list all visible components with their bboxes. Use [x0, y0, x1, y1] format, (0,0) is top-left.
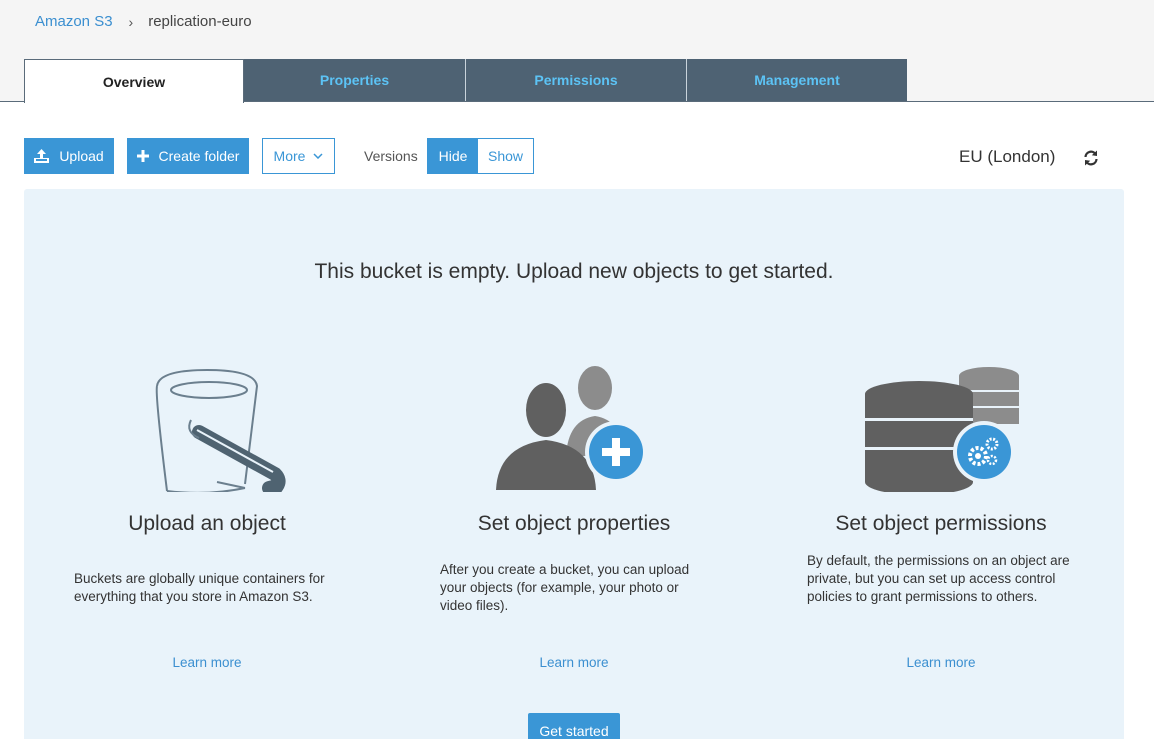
breadcrumb-root-link[interactable]: Amazon S3 — [35, 13, 113, 30]
empty-bucket-panel: This bucket is empty. Upload new objects… — [24, 189, 1124, 739]
region-label: EU (London) — [959, 147, 1056, 166]
tab-overview[interactable]: Overview — [24, 59, 244, 103]
create-folder-button-label: Create folder — [158, 148, 240, 164]
plus-icon — [136, 150, 149, 162]
card-upload-object: Upload an object — [57, 364, 357, 536]
users-add-icon — [424, 364, 724, 492]
create-folder-button[interactable]: Create folder — [127, 138, 249, 174]
refresh-icon[interactable] — [1082, 149, 1100, 167]
card-upload-object-learn-more-link[interactable]: Learn more — [57, 655, 357, 670]
card-object-properties-heading: Set object properties — [477, 512, 671, 535]
tab-properties[interactable]: Properties — [244, 59, 466, 101]
upload-button[interactable]: Upload — [24, 138, 114, 174]
card-object-permissions-heading: Set object permissions — [835, 512, 1047, 535]
chevron-right-icon: › — [128, 13, 134, 30]
card-upload-object-description: Buckets are globally unique containers f… — [74, 571, 325, 604]
get-started-button[interactable]: Get started — [528, 713, 620, 739]
database-settings-icon — [791, 364, 1091, 492]
versions-hide-button[interactable]: Hide — [428, 139, 478, 173]
chevron-down-icon — [313, 153, 323, 159]
tab-permissions[interactable]: Permissions — [466, 59, 687, 101]
breadcrumb: Amazon S3 › replication-euro — [35, 13, 252, 30]
versions-show-button[interactable]: Show — [478, 139, 533, 173]
card-upload-object-heading: Upload an object — [128, 512, 286, 535]
card-object-permissions: Set object permissions — [791, 364, 1091, 536]
card-object-properties-description: After you create a bucket, you can uploa… — [440, 562, 690, 613]
tab-management[interactable]: Management — [687, 59, 907, 101]
versions-toggle: Hide Show — [427, 138, 534, 174]
card-object-properties: Set object properties — [424, 364, 724, 536]
card-object-permissions-description: By default, the permissions on an object… — [807, 553, 1070, 604]
empty-bucket-title: This bucket is empty. Upload new objects… — [314, 260, 834, 283]
more-dropdown-label: More — [273, 148, 306, 164]
upload-button-label: Upload — [59, 148, 104, 164]
versions-label: Versions — [364, 148, 418, 164]
card-object-properties-learn-more-link[interactable]: Learn more — [424, 655, 724, 670]
card-object-permissions-learn-more-link[interactable]: Learn more — [791, 655, 1091, 670]
breadcrumb-current: replication-euro — [148, 13, 252, 30]
more-dropdown[interactable]: More — [262, 138, 335, 174]
bucket-icon — [57, 364, 357, 492]
upload-icon — [34, 149, 50, 163]
